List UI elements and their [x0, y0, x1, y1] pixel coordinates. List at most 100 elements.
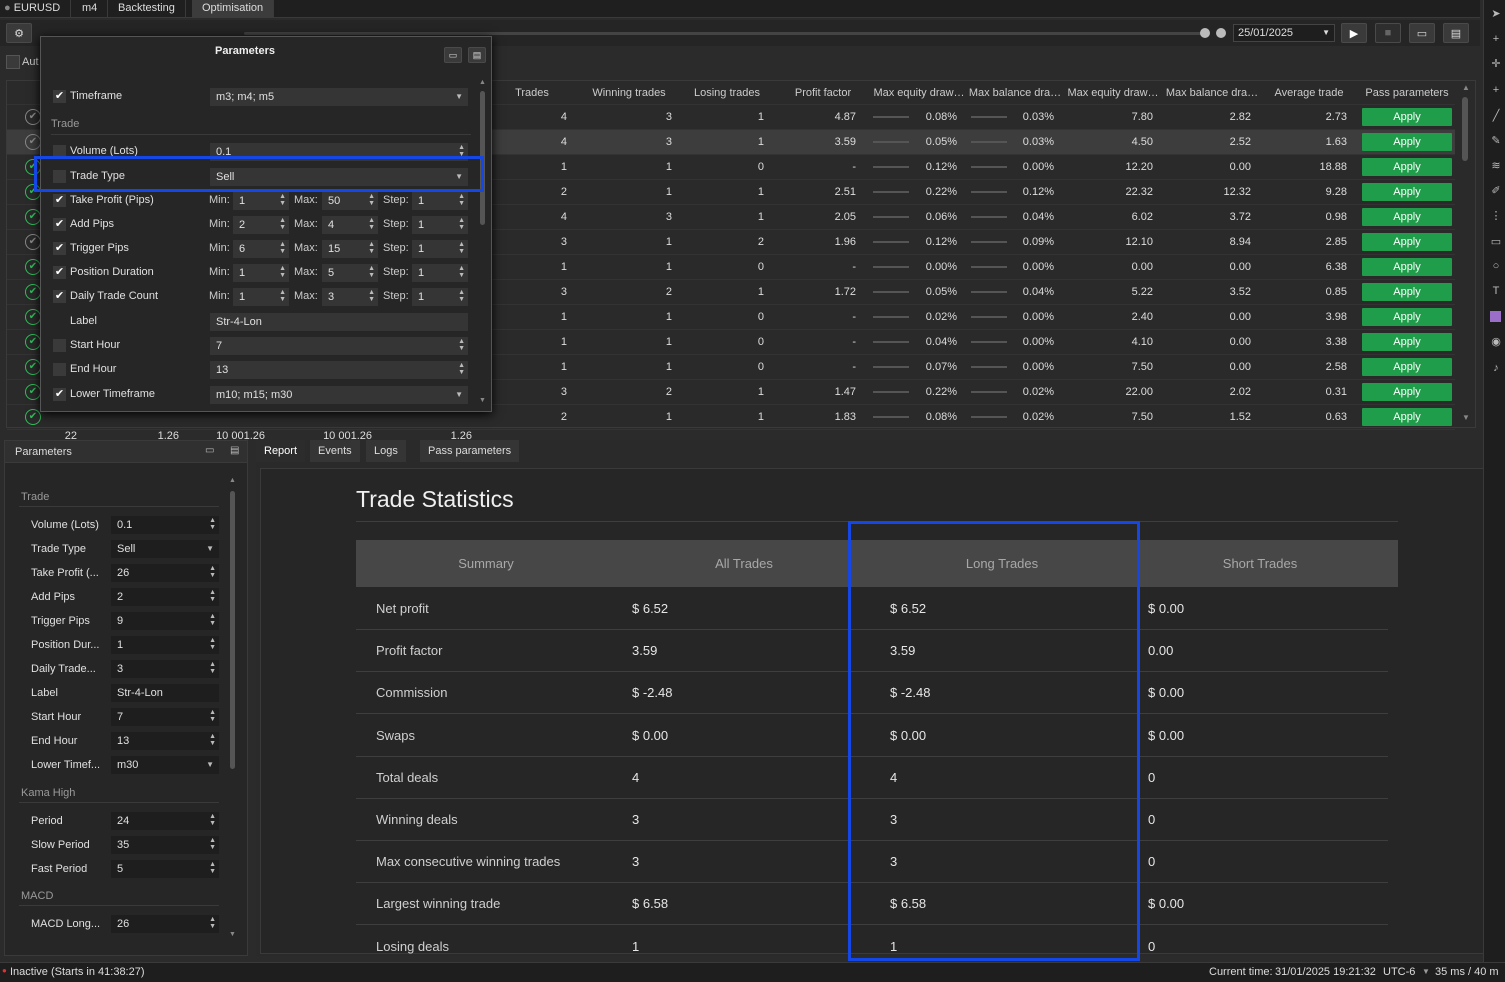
param-row[interactable]: Start Hour 7 ▲ ▼	[19, 706, 219, 728]
tab-report[interactable]: Report	[256, 440, 306, 462]
param-range-row[interactable]: ✔ Add Pips Min: 2 ▲ ▼ Max: 4 ▲ ▼ Step: 1 ▲ ▼	[41, 213, 481, 237]
label-input[interactable]: Str-4-Lon	[210, 313, 468, 331]
param-start-hour[interactable]: Start Hour 7 ▲ ▼	[41, 334, 481, 358]
spinner-icon[interactable]: ▲ ▼	[368, 241, 375, 255]
popup-scrollbar[interactable]: ▲ ▼	[479, 79, 487, 407]
apply-button[interactable]: Apply	[1362, 333, 1452, 351]
grid-header-cell[interactable]: Average trade	[1261, 83, 1357, 103]
param-input[interactable]: 5 ▲ ▼	[111, 860, 219, 878]
step-input[interactable]: 1 ▲ ▼	[412, 216, 468, 234]
param-range-row[interactable]: ✔ Take Profit (Pips) Min: 1 ▲ ▼ Max: 50 ▲ ▼ …	[41, 189, 481, 213]
timeframe-tab[interactable]: m4	[72, 0, 109, 18]
min-input[interactable]: 1 ▲ ▼	[233, 264, 289, 282]
check-icon[interactable]: ✔	[53, 290, 66, 303]
param-row[interactable]: Fast Period 5 ▲ ▼	[19, 858, 219, 880]
brush-icon[interactable]: ≋	[1490, 160, 1502, 172]
min-input[interactable]: 6 ▲ ▼	[233, 240, 289, 258]
param-range-row[interactable]: ✔ Trigger Pips Min: 6 ▲ ▼ Max: 15 ▲ ▼ Step: …	[41, 237, 481, 261]
range-handle-start[interactable]	[1200, 28, 1210, 38]
maximize-icon[interactable]: ▤	[230, 445, 239, 456]
param-input[interactable]: 0.1 ▲ ▼	[111, 516, 219, 534]
max-input[interactable]: 5 ▲ ▼	[322, 264, 378, 282]
check-icon[interactable]: ✔	[53, 388, 66, 401]
start-hour-input[interactable]: 7 ▲ ▼	[210, 337, 468, 355]
timezone[interactable]: UTC-6	[1383, 966, 1415, 978]
left-scrollbar[interactable]: ▲ ▼	[229, 477, 237, 939]
spinner-icon[interactable]: ▲ ▼	[279, 217, 286, 231]
spinner-icon[interactable]: ▲ ▼	[279, 241, 286, 255]
spinner-icon[interactable]: ▲ ▼	[209, 565, 216, 579]
crosshair-move-icon[interactable]: ✛	[1490, 58, 1502, 70]
window-icon[interactable]: ▭	[205, 445, 214, 456]
symbol-tab[interactable]: ● EURUSD	[0, 0, 72, 18]
param-lower-timeframe[interactable]: ✔ Lower Timeframe m10; m15; m30 ▼	[41, 383, 481, 407]
grid-header-cell[interactable]: Max equity draw…	[869, 83, 969, 103]
param-row[interactable]: Trigger Pips 9 ▲ ▼	[19, 610, 219, 632]
max-input[interactable]: 15 ▲ ▼	[322, 240, 378, 258]
grid-scrollbar[interactable]: ▲ ▼	[1459, 83, 1473, 425]
min-input[interactable]: 2 ▲ ▼	[233, 216, 289, 234]
spinner-icon[interactable]: ▲ ▼	[368, 193, 375, 207]
chevron-down-icon[interactable]: ▼	[1422, 967, 1430, 976]
tab-logs[interactable]: Logs	[366, 440, 406, 462]
apply-button[interactable]: Apply	[1362, 183, 1452, 201]
spinner-icon[interactable]: ▲ ▼	[368, 265, 375, 279]
param-row[interactable]: Period 24 ▲ ▼	[19, 810, 219, 832]
restore-button[interactable]: ▭	[1409, 23, 1435, 43]
apply-button[interactable]: Apply	[1362, 133, 1452, 151]
grid-header-cell[interactable]: Max balance dra…	[967, 83, 1063, 103]
popup-maximize-button[interactable]: ▤	[468, 47, 486, 63]
grid-scroll-thumb[interactable]	[1462, 97, 1468, 161]
param-row[interactable]: Add Pips 2 ▲ ▼	[19, 586, 219, 608]
lower-timeframe-select[interactable]: m10; m15; m30 ▼	[210, 386, 468, 404]
param-row[interactable]: End Hour 13 ▲ ▼	[19, 730, 219, 752]
apply-button[interactable]: Apply	[1362, 258, 1452, 276]
pen-icon[interactable]: ✎	[1490, 135, 1502, 147]
apply-button[interactable]: Apply	[1362, 233, 1452, 251]
apply-button[interactable]: Apply	[1362, 308, 1452, 326]
spinner-icon[interactable]: ▲ ▼	[209, 637, 216, 651]
apply-button[interactable]: Apply	[1362, 383, 1452, 401]
param-input[interactable]: 9 ▲ ▼	[111, 612, 219, 630]
spinner-icon[interactable]: ▲ ▼	[209, 661, 216, 675]
apply-button[interactable]: Apply	[1362, 158, 1452, 176]
spinner-icon[interactable]: ▲ ▼	[458, 338, 465, 352]
play-button[interactable]: ▶	[1341, 23, 1367, 43]
spinner-icon[interactable]: ▲ ▼	[209, 733, 216, 747]
param-input[interactable]: 26 ▲ ▼	[111, 915, 219, 933]
spinner-icon[interactable]: ▲ ▼	[209, 916, 216, 930]
spinner-icon[interactable]: ▲ ▼	[458, 289, 465, 303]
popup-restore-button[interactable]: ▭	[444, 47, 462, 63]
param-input[interactable]: Sell ▼	[111, 540, 219, 558]
tab-events[interactable]: Events	[310, 440, 360, 462]
param-row[interactable]: Take Profit (... 26 ▲ ▼	[19, 562, 219, 584]
range-handle-end[interactable]	[1216, 28, 1226, 38]
step-input[interactable]: 1 ▲ ▼	[412, 288, 468, 306]
apply-button[interactable]: Apply	[1362, 108, 1452, 126]
step-input[interactable]: 1 ▲ ▼	[412, 192, 468, 210]
spinner-icon[interactable]: ▲ ▼	[279, 289, 286, 303]
grid-header-cell[interactable]: Winning trades	[585, 83, 673, 103]
apply-button[interactable]: Apply	[1362, 208, 1452, 226]
spinner-icon[interactable]: ▲ ▼	[209, 589, 216, 603]
timeframe-select[interactable]: m3; m4; m5 ▼	[210, 88, 468, 106]
tab-backtesting[interactable]: Backtesting	[108, 0, 186, 18]
min-input[interactable]: 1 ▲ ▼	[233, 288, 289, 306]
text-icon[interactable]: T	[1490, 285, 1502, 297]
spinner-icon[interactable]: ▲ ▼	[458, 265, 465, 279]
grid-header-cell[interactable]: Max balance dra…	[1163, 83, 1261, 103]
param-range-row[interactable]: ✔ Daily Trade Count Min: 1 ▲ ▼ Max: 3 ▲ ▼ St…	[41, 285, 481, 309]
spinner-icon[interactable]: ▲ ▼	[458, 217, 465, 231]
settings-button[interactable]: ⚙	[6, 23, 32, 43]
spinner-icon[interactable]: ▲ ▼	[458, 193, 465, 207]
max-input[interactable]: 50 ▲ ▼	[322, 192, 378, 210]
param-row[interactable]: Slow Period 35 ▲ ▼	[19, 834, 219, 856]
param-row[interactable]: Label Str-4-Lon	[19, 682, 219, 704]
param-input[interactable]: 13 ▲ ▼	[111, 732, 219, 750]
param-end-hour[interactable]: End Hour 13 ▲ ▼	[41, 358, 481, 382]
spinner-icon[interactable]: ▲ ▼	[209, 517, 216, 531]
grid-header-cell[interactable]: Pass parameters	[1357, 83, 1457, 103]
spinner-icon[interactable]: ▲ ▼	[209, 813, 216, 827]
param-input[interactable]: 26 ▲ ▼	[111, 564, 219, 582]
maximize-button[interactable]: ▤	[1443, 23, 1469, 43]
